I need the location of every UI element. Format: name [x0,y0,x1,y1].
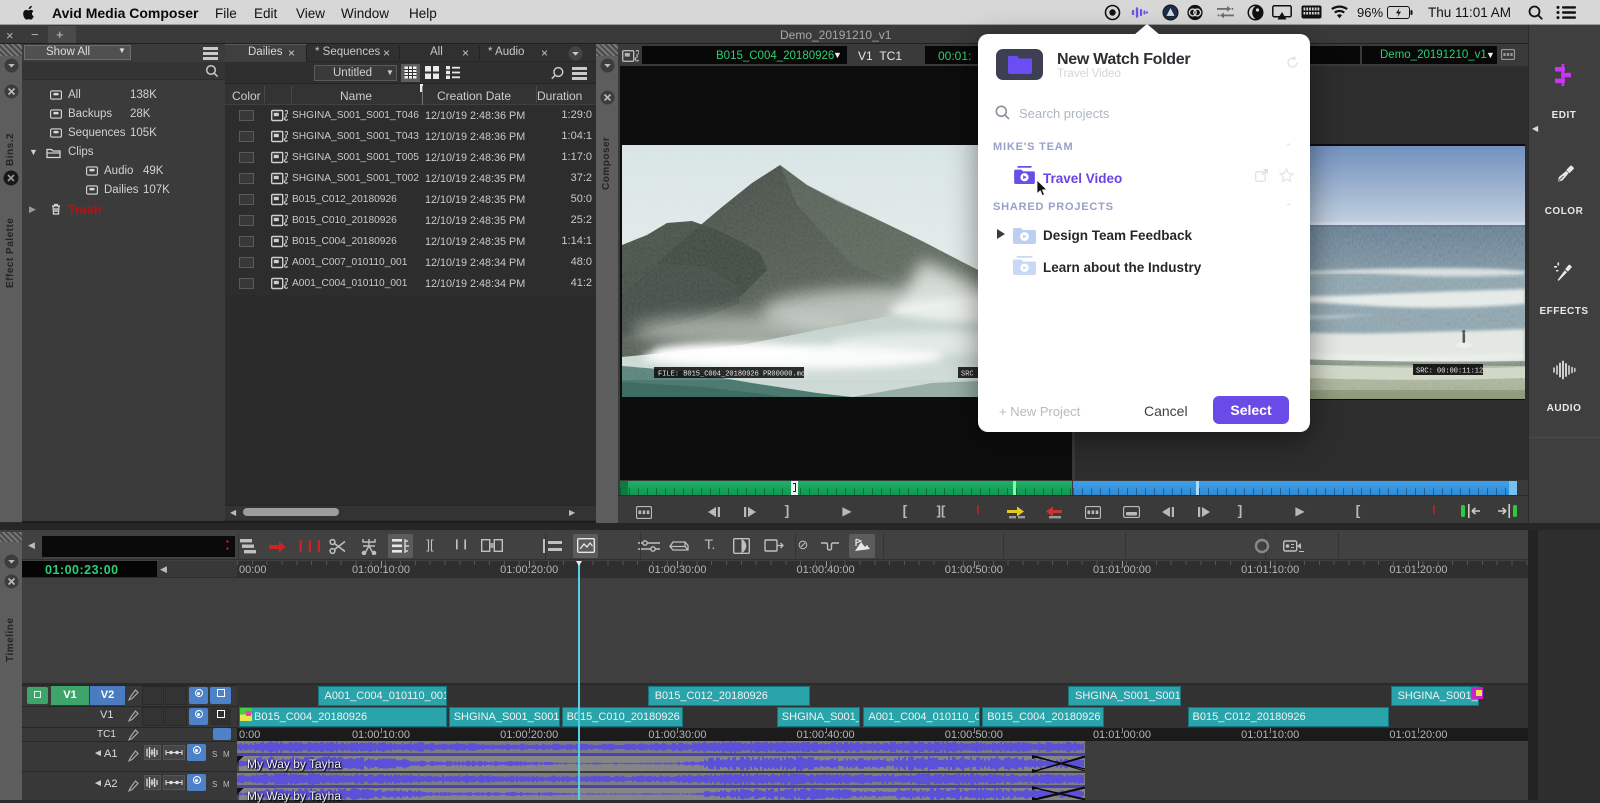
svg-text:SRC: SRC [961,371,974,379]
svg-text:SRC: 00:00:11:12: SRC: 00:00:11:12 [1416,368,1483,376]
svg-text:FILE: B015_C004_20180926 PR000: FILE: B015_C004_20180926 PR00000.mov [658,371,809,379]
